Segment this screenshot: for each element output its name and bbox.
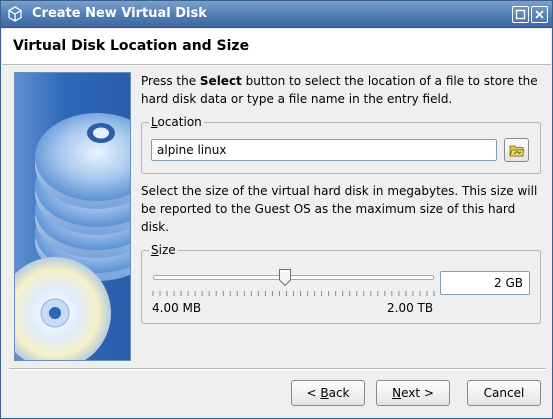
close-button[interactable] [531,6,548,23]
size-slider-track[interactable] [153,275,434,280]
folder-open-icon [509,145,525,157]
size-input[interactable]: 2 GB [440,271,530,295]
virtualbox-icon [7,6,23,22]
location-instructions-prefix: Press the [141,74,200,88]
size-label-rest: ize [158,243,176,257]
next-button-mnemonic: N [392,386,402,400]
size-max-label: 2.00 TB [387,301,434,315]
size-label-mnemonic: S [151,243,159,257]
location-input[interactable]: alpine linux [151,139,497,161]
location-label-rest: ocation [157,115,202,129]
back-button-mnemonic: B [320,386,329,400]
page-title: Virtual Disk Location and Size [13,38,250,54]
button-separator [9,368,546,370]
window-title: Create New Virtual Disk [32,6,207,21]
size-group-label: Size [149,243,178,257]
next-button[interactable]: Next > [376,380,450,406]
location-instructions: Press the Select button to select the lo… [141,72,541,108]
next-button-rest: ext > [401,386,434,400]
location-group-label: Location [149,115,204,129]
select-location-button[interactable] [504,138,529,162]
cancel-button[interactable]: Cancel [467,380,541,406]
back-button-rest: ack [328,386,350,400]
back-button-prefix: < [306,386,321,400]
title-bar[interactable]: Create New Virtual Disk [1,1,552,28]
size-min-label: 4.00 MB [152,301,202,315]
page-header: Virtual Disk Location and Size [2,29,551,65]
back-button[interactable]: < Back [291,380,365,406]
size-slider-handle[interactable] [279,269,292,287]
disk-stack-illustration [14,72,131,361]
size-slider-ticks [152,291,435,296]
size-description: Select the size of the virtual hard disk… [141,184,538,234]
maximize-button[interactable] [512,6,529,23]
location-instructions-bold: Select [199,74,242,88]
dialog-window: Create New Virtual Disk Virtual Disk Loc… [0,0,553,419]
